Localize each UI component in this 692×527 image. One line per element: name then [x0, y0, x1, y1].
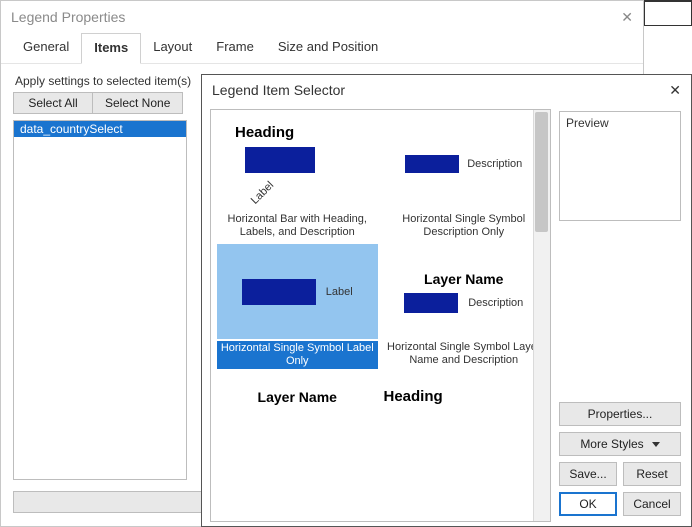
tab-items[interactable]: Items [81, 33, 141, 64]
gallery-item-partial-a[interactable]: Layer Name [217, 375, 378, 405]
label-text: Label [326, 286, 353, 298]
layer-name-label: Layer Name [258, 389, 337, 405]
legend-item-selector-titlebar: Legend Item Selector ✕ [202, 75, 691, 105]
chevron-down-icon [652, 442, 660, 447]
tabs: General Items Layout Frame Size and Posi… [1, 33, 643, 64]
legend-item-selector-title: Legend Item Selector [212, 82, 345, 98]
legend-properties-title: Legend Properties [11, 9, 125, 25]
tab-layout[interactable]: Layout [141, 33, 204, 63]
preview-box: Preview [559, 111, 681, 221]
legend-item-selector-dialog: Legend Item Selector ✕ Heading Label [201, 74, 692, 527]
preview-label: Preview [566, 116, 609, 130]
gallery-caption: Horizontal Single Symbol Label Only [217, 341, 378, 368]
background-sliver [644, 0, 692, 26]
cancel-button[interactable]: Cancel [623, 492, 681, 516]
tab-general[interactable]: General [11, 33, 81, 63]
gallery-item-hss-layer-desc[interactable]: Layer Name Description Horizontal Single… [384, 244, 545, 368]
tab-frame[interactable]: Frame [204, 33, 266, 63]
swatch-icon [404, 293, 458, 313]
gallery-caption: Horizontal Bar with Heading, Labels, and… [217, 213, 378, 238]
tab-size-and-position[interactable]: Size and Position [266, 33, 390, 63]
layer-name-label: Layer Name [424, 271, 503, 287]
desc-label: Description [467, 158, 522, 170]
gallery-caption: Horizontal Single Symbol Description Onl… [384, 213, 545, 238]
label-text: Label [249, 179, 277, 207]
gallery: Heading Label Horizontal Bar with Headin… [210, 109, 551, 522]
gallery-item-hss-desc[interactable]: Description Horizontal Single Symbol Des… [384, 116, 545, 238]
legend-properties-titlebar: Legend Properties ✕ [1, 1, 643, 33]
gallery-item-hbar-full[interactable]: Heading Label Horizontal Bar with Headin… [217, 116, 378, 238]
scrollbar[interactable] [533, 110, 550, 521]
scrollbar-thumb[interactable] [535, 112, 548, 232]
properties-button[interactable]: Properties... [559, 402, 681, 426]
heading-label: Heading [235, 124, 294, 141]
select-none-button[interactable]: Select None [93, 92, 183, 114]
save-button[interactable]: Save... [559, 462, 617, 486]
ok-button[interactable]: OK [559, 492, 617, 516]
select-all-button[interactable]: Select All [13, 92, 93, 114]
close-icon[interactable]: ✕ [669, 82, 681, 99]
swatch-icon [405, 155, 459, 173]
more-styles-label: More Styles [580, 437, 643, 451]
items-listbox[interactable]: data_countrySelect [13, 120, 187, 480]
swatch-icon [242, 279, 316, 305]
gallery-item-partial-b[interactable]: Heading [384, 375, 545, 405]
reset-button[interactable]: Reset [623, 462, 681, 486]
heading-label: Heading [384, 388, 443, 405]
close-icon[interactable]: ✕ [621, 9, 633, 26]
desc-label: Description [468, 297, 523, 309]
gallery-item-hss-label[interactable]: Label Horizontal Single Symbol Label Onl… [217, 244, 378, 368]
gallery-caption: Horizontal Single Symbol Layer Name and … [384, 341, 545, 366]
swatch-icon [245, 147, 315, 173]
more-styles-button[interactable]: More Styles [559, 432, 681, 456]
list-item[interactable]: data_countrySelect [14, 121, 186, 137]
